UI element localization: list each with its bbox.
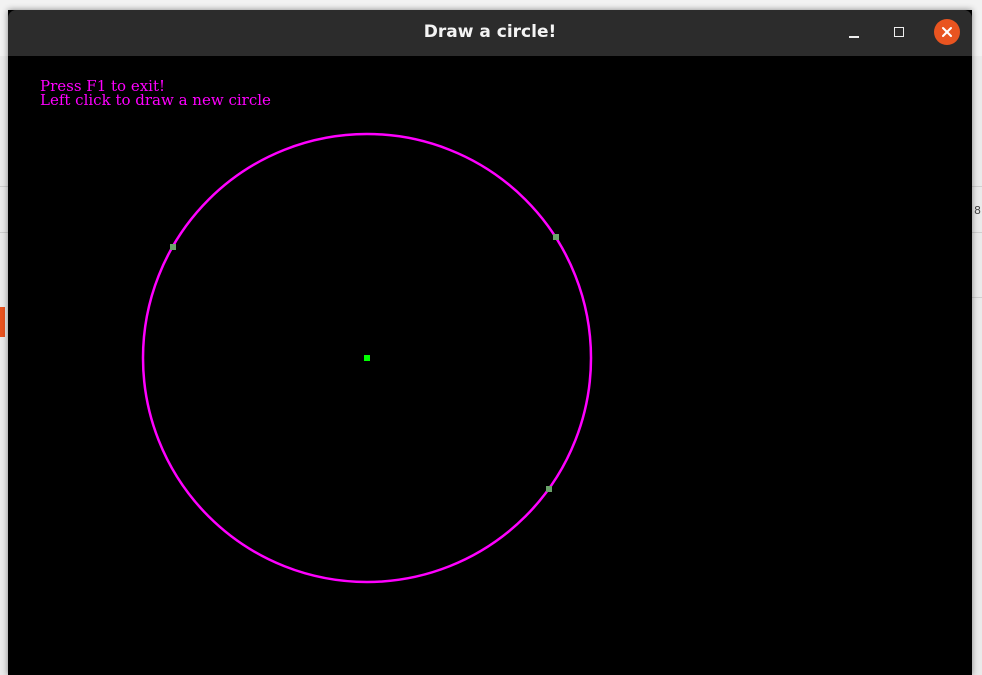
window-titlebar[interactable]: Draw a circle! (8, 10, 972, 56)
maximize-icon (894, 27, 904, 37)
circle-edge-point (170, 244, 176, 250)
close-button[interactable] (934, 19, 960, 45)
circle-drawing (141, 132, 593, 584)
circle-center-point (364, 355, 370, 361)
window-title: Draw a circle! (423, 22, 557, 42)
circle-edge-point (546, 486, 552, 492)
background-divider (971, 297, 982, 298)
minimize-button[interactable] (841, 19, 867, 45)
background-orange-marker (0, 307, 5, 337)
drawing-canvas[interactable]: Press F1 to exit! Left click to draw a n… (8, 56, 972, 675)
maximize-button[interactable] (886, 19, 912, 45)
background-divider (971, 186, 982, 187)
close-icon (942, 27, 952, 37)
circle-edge-point (553, 234, 559, 240)
minimize-icon (849, 36, 859, 38)
background-digit: 8 (974, 204, 981, 217)
background-app-right-edge (971, 56, 982, 675)
background-divider (971, 232, 982, 233)
app-window: Draw a circle! Press F1 to exit! Left cl… (8, 10, 972, 675)
